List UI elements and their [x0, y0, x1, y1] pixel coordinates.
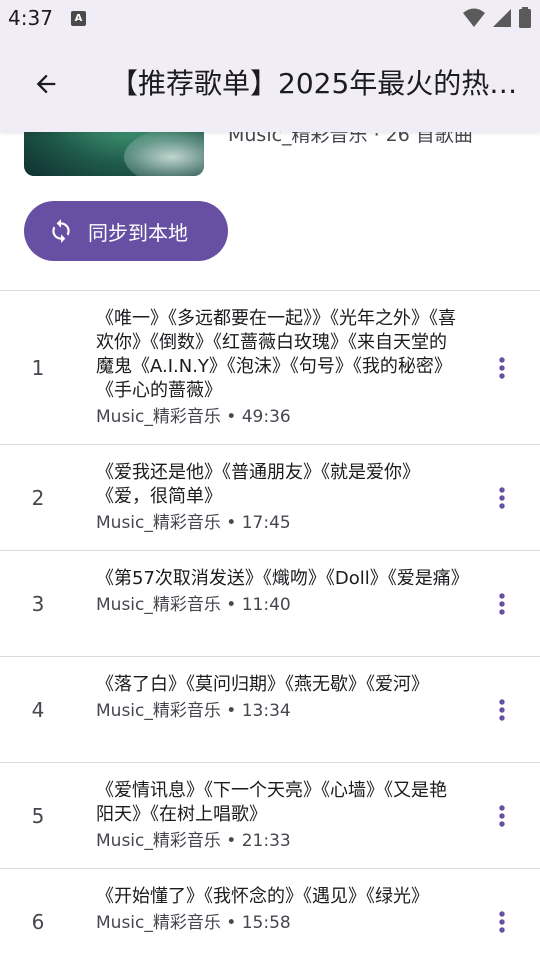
playlist-meta: Music_精彩音乐 · 26 首歌曲	[228, 132, 473, 146]
cell-signal-icon	[492, 9, 511, 27]
track-row[interactable]: 1 《唯一》《多远都要在一起》》《光年之外》《喜欢你》《倒数》《红蔷薇白玫瑰》《…	[0, 290, 540, 444]
arrow-back-icon	[36, 74, 56, 94]
more-vert-icon	[499, 804, 505, 827]
track-row[interactable]: 3 《第57次取消发送》《熾吻》《Doll》《爱是痛》 Music_精彩音乐 •…	[0, 550, 540, 656]
notification-icon: A	[71, 11, 86, 26]
track-meta: Music_精彩音乐 • 11:40	[96, 595, 291, 615]
track-number: 4	[31, 697, 45, 722]
more-options-button[interactable]	[490, 910, 514, 934]
more-options-button[interactable]	[490, 592, 514, 616]
more-vert-icon	[499, 356, 505, 379]
track-number: 6	[31, 909, 45, 934]
more-vert-icon	[499, 486, 505, 509]
more-vert-icon	[499, 698, 505, 721]
track-meta: Music_精彩音乐 • 49:36	[96, 407, 291, 427]
playlist-cover-image	[24, 132, 204, 176]
track-row[interactable]: 2 《爱我还是他》《普通朋友》《就是爱你》《爱，很简单》 Music_精彩音乐 …	[0, 444, 540, 550]
sync-button-label: 同步到本地	[88, 220, 188, 245]
app-bar: 【推荐歌单】2025年最火的热门歌曲	[0, 36, 540, 132]
more-vert-icon	[499, 592, 505, 615]
more-options-button[interactable]	[490, 486, 514, 510]
sync-to-local-button[interactable]: 同步到本地	[24, 201, 228, 261]
back-button[interactable]	[22, 60, 70, 108]
track-list: 1 《唯一》《多远都要在一起》》《光年之外》《喜欢你》《倒数》《红蔷薇白玫瑰》《…	[0, 290, 540, 960]
more-options-button[interactable]	[490, 356, 514, 380]
track-number: 3	[31, 591, 45, 616]
playlist-header: Music_精彩音乐 · 26 首歌曲 同步到本地	[0, 132, 540, 290]
battery-icon	[519, 7, 531, 28]
track-title: 《落了白》《莫问归期》《燕无歇》《爱河》	[96, 674, 429, 695]
track-number: 5	[31, 803, 45, 828]
track-meta: Music_精彩音乐 • 17:45	[96, 513, 291, 533]
track-number: 1	[31, 355, 45, 380]
track-meta: Music_精彩音乐 • 13:34	[96, 701, 291, 721]
track-title: 《第57次取消发送》《熾吻》《Doll》《爱是痛》	[96, 568, 469, 589]
sync-icon	[52, 219, 70, 243]
track-number: 2	[31, 485, 45, 510]
track-row[interactable]: 4 《落了白》《莫问归期》《燕无歇》《爱河》 Music_精彩音乐 • 13:3…	[0, 656, 540, 762]
page-title: 【推荐歌单】2025年最火的热门歌曲	[110, 67, 534, 100]
wifi-icon	[462, 8, 485, 27]
more-vert-icon	[499, 910, 505, 933]
track-title: 《开始懂了》《我怀念的》《遇见》《绿光》	[96, 886, 429, 907]
track-title: 《唯一》《多远都要在一起》》《光年之外》《喜欢你》《倒数》《红蔷薇白玫瑰》《来自…	[96, 308, 456, 401]
track-row[interactable]: 6 《开始懂了》《我怀念的》《遇见》《绿光》 Music_精彩音乐 • 15:5…	[0, 868, 540, 960]
track-title: 《爱我还是他》《普通朋友》《就是爱你》《爱，很简单》	[96, 462, 420, 507]
more-options-button[interactable]	[490, 804, 514, 828]
track-meta: Music_精彩音乐 • 21:33	[96, 831, 291, 851]
track-row[interactable]: 5 《爱情讯息》《下一个天亮》《心墙》《又是艳阳天》《在树上唱歌》 Music_…	[0, 762, 540, 868]
status-bar: 4:37 A	[0, 0, 540, 36]
more-options-button[interactable]	[490, 698, 514, 722]
track-meta: Music_精彩音乐 • 15:58	[96, 913, 291, 933]
status-icons	[462, 7, 532, 29]
status-time: 4:37	[8, 6, 53, 30]
track-title: 《爱情讯息》《下一个天亮》《心墙》《又是艳阳天》《在树上唱歌》	[96, 780, 447, 825]
